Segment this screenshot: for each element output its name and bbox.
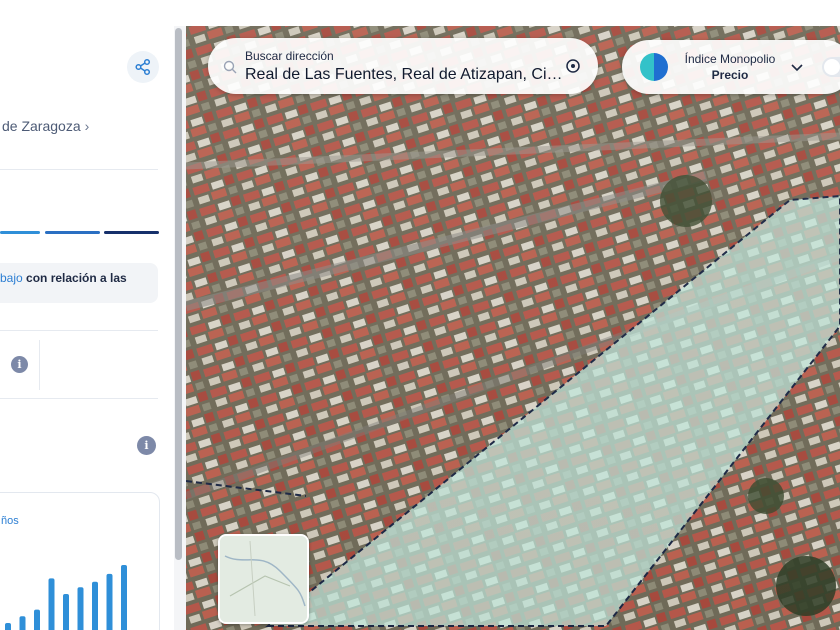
divider bbox=[0, 398, 158, 399]
chart-bar[interactable] bbox=[106, 573, 113, 630]
breadcrumb[interactable]: de Zaragoza › bbox=[2, 118, 89, 134]
breadcrumb-label: de Zaragoza bbox=[2, 118, 81, 134]
search-label: Buscar dirección bbox=[245, 49, 334, 63]
search-icon bbox=[223, 60, 237, 74]
share-icon bbox=[135, 58, 151, 76]
address-search-box[interactable]: Buscar dirección Real de Las Fuentes, Re… bbox=[208, 38, 598, 94]
price-comparison-note: bajo con relación a las bbox=[0, 263, 158, 303]
info-icon[interactable]: i bbox=[137, 436, 156, 455]
index-toggle[interactable] bbox=[822, 57, 840, 77]
minimap-imagery bbox=[220, 536, 307, 622]
chart-bar[interactable] bbox=[92, 581, 98, 630]
index-selector[interactable]: Índice Monopolio Precio bbox=[622, 40, 840, 94]
index-title: Índice Monopolio bbox=[684, 52, 776, 66]
chevron-right-icon: › bbox=[84, 118, 90, 134]
comparison-text: con relación a las bbox=[22, 271, 127, 285]
search-input[interactable]: Real de Las Fuentes, Real de Atizapan, C… bbox=[245, 66, 565, 84]
chevron-down-icon[interactable] bbox=[790, 60, 804, 74]
chart-bar[interactable] bbox=[19, 616, 26, 630]
index-indicator-icon bbox=[640, 53, 668, 81]
price-history-card: ños bbox=[0, 492, 160, 630]
index-subtitle: Precio bbox=[711, 68, 749, 82]
chart-bar[interactable] bbox=[34, 609, 40, 630]
divider bbox=[0, 330, 158, 331]
price-history-chart bbox=[5, 565, 127, 630]
chart-bar[interactable] bbox=[121, 565, 127, 630]
range-segment-low bbox=[0, 231, 40, 234]
chart-bar[interactable] bbox=[63, 593, 69, 630]
minimap[interactable] bbox=[218, 534, 309, 624]
locate-icon[interactable] bbox=[565, 58, 581, 74]
scrollbar-thumb[interactable] bbox=[175, 28, 182, 560]
chart-bar[interactable] bbox=[77, 587, 84, 630]
chart-bar[interactable] bbox=[48, 578, 55, 630]
vertical-divider bbox=[39, 340, 40, 390]
share-button[interactable] bbox=[127, 51, 159, 83]
comparison-highlight: bajo bbox=[0, 271, 23, 285]
property-panel: de Zaragoza › bajo con relación a las i i… bbox=[0, 0, 178, 630]
toggle-knob bbox=[824, 59, 840, 75]
chart-bar[interactable] bbox=[5, 622, 11, 630]
range-segment-mid bbox=[45, 231, 100, 234]
range-segment-high bbox=[104, 231, 159, 234]
info-icon[interactable]: i bbox=[11, 356, 28, 373]
divider bbox=[0, 169, 158, 170]
